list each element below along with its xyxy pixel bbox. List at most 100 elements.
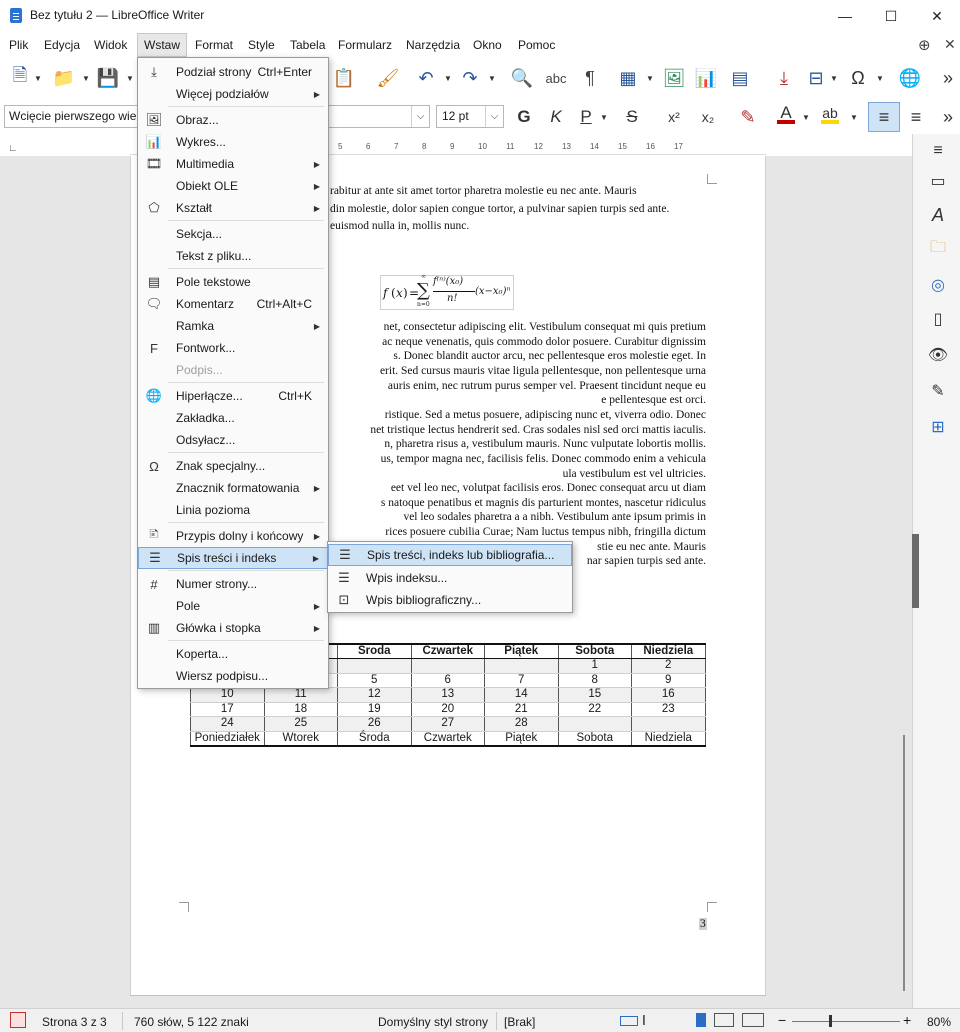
table-cell[interactable]: 11 <box>263 687 338 703</box>
menu-style[interactable]: Style <box>248 38 275 52</box>
table-cell[interactable]: Środa <box>337 730 412 747</box>
zoom-slider-handle[interactable] <box>829 1015 832 1027</box>
close-button[interactable]: ✕ <box>914 0 960 32</box>
table-cell[interactable]: 22 <box>557 702 632 717</box>
menu-item-sekcja[interactable]: Sekcja... <box>138 223 328 245</box>
menu-item-wiersz-podpisu[interactable]: Wiersz podpisu... <box>138 665 328 687</box>
insert-chart-icon[interactable]: 📊 <box>694 66 718 90</box>
menu-item-pole-tekstowe[interactable]: ▤ Pole tekstowe <box>138 271 328 293</box>
insert-mode-icon[interactable] <box>620 1016 638 1026</box>
table-cell[interactable]: Poniedziałek <box>190 730 265 747</box>
table-dropdown-arrow[interactable]: ▼ <box>646 74 654 83</box>
single-page-view-icon[interactable] <box>696 1013 706 1027</box>
menu-pomoc[interactable]: Pomoc <box>518 38 555 52</box>
page-icon[interactable]: ▯ <box>927 308 949 330</box>
font-name-box[interactable]: ⌵ <box>326 105 430 128</box>
undo-icon[interactable]: ↶ <box>414 66 438 90</box>
underline-icon[interactable]: P <box>574 105 598 129</box>
menu-item-znacznik-formatowania[interactable]: Znacznik formatowania ▶ <box>138 477 328 499</box>
selection-mode-icon[interactable]: Ⅰ <box>642 1013 646 1029</box>
table-cell[interactable]: 26 <box>337 716 412 732</box>
new-document-icon[interactable]: 🗎 <box>8 65 32 90</box>
table-cell[interactable]: 7 <box>484 673 559 688</box>
menu-item-ksztalt[interactable]: ⬠ Kształt ▶ <box>138 197 328 219</box>
menu-format[interactable]: Format <box>195 38 233 52</box>
table-cell[interactable]: Sobota <box>557 643 632 659</box>
font-name-dropdown-arrow[interactable]: ⌵ <box>411 106 429 127</box>
menu-item-ramka[interactable]: Ramka ▶ <box>138 315 328 337</box>
document-modified-icon[interactable] <box>10 1012 26 1028</box>
find-replace-icon[interactable]: 🔍 <box>510 66 534 90</box>
insert-textbox-icon[interactable]: ▤ <box>728 66 752 90</box>
table-cell[interactable]: Niedziela <box>631 730 706 747</box>
zoom-level[interactable]: 80% <box>927 1015 951 1029</box>
undo-dropdown-arrow[interactable]: ▼ <box>444 74 452 83</box>
styles-icon[interactable]: A <box>927 204 949 226</box>
menu-tabela[interactable]: Tabela <box>290 38 325 52</box>
clone-formatting-icon[interactable]: 🖌 <box>376 66 400 90</box>
font-color-icon[interactable]: A <box>774 103 798 127</box>
insert-image-icon[interactable]: 🖼 <box>662 66 686 90</box>
subscript-icon[interactable]: x₂ <box>696 105 720 129</box>
menu-item-fontwork[interactable]: F Fontwork... <box>138 337 328 359</box>
zoom-in-button[interactable]: + <box>903 1012 911 1028</box>
paste-icon[interactable]: 📋 <box>332 66 356 90</box>
table-cell[interactable]: 16 <box>631 687 706 703</box>
menu-item-obiekt-ole[interactable]: Obiekt OLE ▶ <box>138 175 328 197</box>
special-char-dropdown-arrow[interactable]: ▼ <box>876 74 884 83</box>
underline-dropdown-arrow[interactable]: ▼ <box>600 113 608 122</box>
menu-plik[interactable]: Plik <box>9 38 28 52</box>
menu-narzedzia[interactable]: Narzędzia <box>406 38 460 52</box>
align-center-icon[interactable]: ≡ <box>904 105 928 129</box>
navigator-icon[interactable]: ◎ <box>927 274 949 296</box>
menu-item-tekst-z-pliku[interactable]: Tekst z pliku... <box>138 245 328 267</box>
table-cell[interactable]: 19 <box>337 702 412 717</box>
word-count[interactable]: 760 słów, 5 122 znaki <box>134 1015 249 1029</box>
table-cell[interactable] <box>484 658 559 674</box>
strikethrough-icon[interactable]: S <box>620 105 644 129</box>
open-folder-icon[interactable]: 📁 <box>52 66 76 90</box>
table-cell[interactable]: 9 <box>631 673 706 688</box>
table-cell[interactable] <box>337 658 412 674</box>
table-cell[interactable]: 27 <box>410 716 485 732</box>
menu-item-spis-tresci-i-indeks[interactable]: ☰ Spis treści i indeks ▶ <box>138 547 328 569</box>
multi-page-view-icon[interactable] <box>714 1013 734 1027</box>
open-dropdown-arrow[interactable]: ▼ <box>82 74 90 83</box>
table-cell[interactable]: Czwartek <box>410 643 485 659</box>
table-cell[interactable]: 5 <box>337 673 412 688</box>
table-cell[interactable]: Piątek <box>484 730 559 747</box>
more-options-icon[interactable]: » <box>936 66 960 90</box>
menu-item-glowka-i-stopka[interactable]: ▥ Główka i stopka ▶ <box>138 617 328 639</box>
menu-edycja[interactable]: Edycja <box>44 38 80 52</box>
table-cell[interactable]: Piątek <box>484 643 559 659</box>
table-cell[interactable]: Niedziela <box>631 643 706 659</box>
menu-item-podzial-strony[interactable]: ⤓ Podział strony Ctrl+Enter <box>138 61 328 83</box>
italic-icon[interactable]: K <box>544 105 568 129</box>
gallery-icon[interactable]: 🗀 <box>927 238 949 260</box>
superscript-icon[interactable]: x² <box>662 105 686 129</box>
menu-item-numer-strony[interactable]: # Numer strony... <box>138 573 328 595</box>
style-inspector-icon[interactable]: 👁 <box>927 344 949 366</box>
align-left-icon[interactable]: ≡ <box>868 102 900 132</box>
menu-item-pole[interactable]: Pole ▶ <box>138 595 328 617</box>
table-cell[interactable]: 8 <box>557 673 632 688</box>
table-cell[interactable]: Wtorek <box>263 730 338 747</box>
special-character-icon[interactable]: Ω <box>846 66 870 90</box>
hyperlink-toolbar-icon[interactable]: 🌐 <box>898 66 922 90</box>
table-cell[interactable]: 2 <box>631 658 706 674</box>
menu-item-odsylacz[interactable]: Odsyłacz... <box>138 429 328 451</box>
table-cell[interactable]: 28 <box>484 716 559 732</box>
font-size-dropdown-arrow[interactable]: ⌵ <box>485 106 503 127</box>
tab-stop-icon[interactable]: ∟ <box>8 143 18 154</box>
menu-widok[interactable]: Widok <box>94 38 127 52</box>
menu-item-wiecej-podzialow[interactable]: Więcej podziałów ▶ <box>138 83 328 105</box>
menu-item-wpis-indeksu[interactable]: ☰ Wpis indeksu... <box>328 567 572 589</box>
book-view-icon[interactable] <box>742 1013 764 1027</box>
table-cell[interactable]: 18 <box>263 702 338 717</box>
insert-page-break-icon[interactable]: ⤓ <box>772 66 796 90</box>
page-style[interactable]: Domyślny styl strony <box>378 1015 488 1029</box>
menu-formularz[interactable]: Formularz <box>338 38 392 52</box>
clear-formatting-icon[interactable]: ✎ <box>736 105 760 129</box>
sidebar-collapse-handle[interactable] <box>912 534 919 608</box>
menu-item-zakladka[interactable]: Zakładka... <box>138 407 328 429</box>
